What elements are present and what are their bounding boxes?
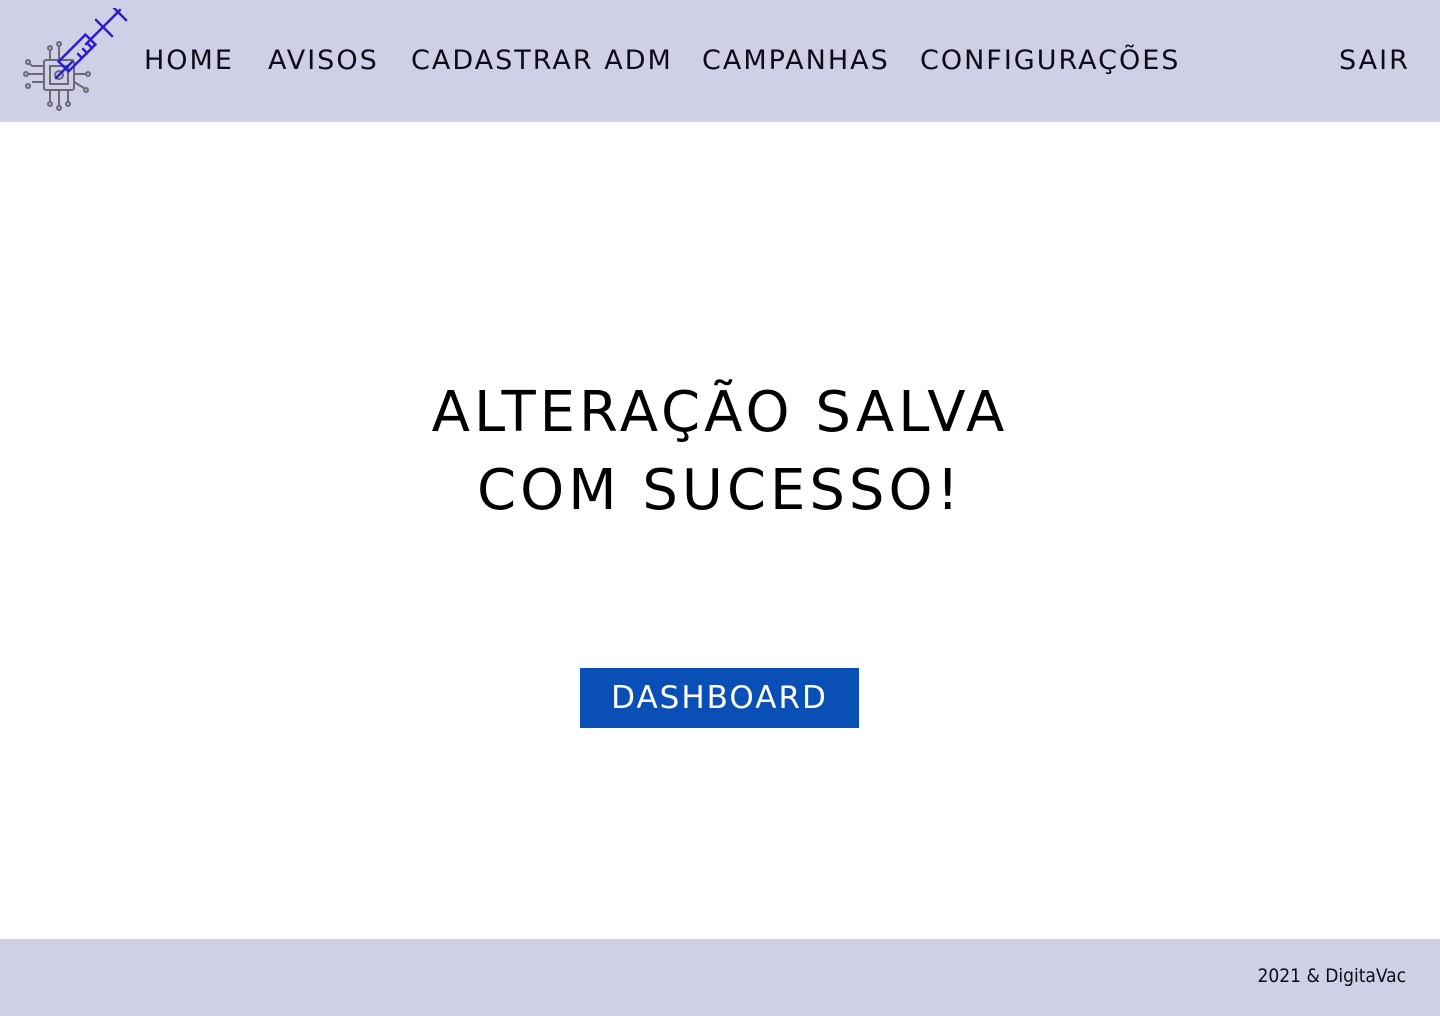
- footer: 2021 & DigitaVac: [0, 939, 1440, 1016]
- top-navigation-bar: HOME AVISOS CADASTRAR ADM CAMPANHAS CONF…: [0, 0, 1440, 122]
- success-message-line-1: ALTERAÇÃO SALVA: [431, 380, 1009, 445]
- nav-campanhas-link[interactable]: CAMPANHAS: [702, 44, 890, 78]
- nav-sair-link[interactable]: SAIR: [1339, 44, 1410, 78]
- nav-configuracoes-link[interactable]: CONFIGURAÇÕES: [920, 44, 1180, 78]
- nav-avisos-link[interactable]: AVISOS: [268, 44, 379, 78]
- nav-home-link[interactable]: HOME: [144, 44, 234, 78]
- syringe-chip-icon[interactable]: [22, 6, 132, 116]
- success-message: ALTERAÇÃO SALVA COM SUCESSO!: [320, 374, 1120, 530]
- nav-cadastrar-adm-link[interactable]: CADASTRAR ADM: [411, 44, 673, 78]
- footer-copyright: 2021 & DigitaVac: [1257, 965, 1406, 987]
- success-message-line-2: COM SUCESSO!: [477, 458, 963, 523]
- dashboard-button[interactable]: DASHBOARD: [580, 668, 859, 728]
